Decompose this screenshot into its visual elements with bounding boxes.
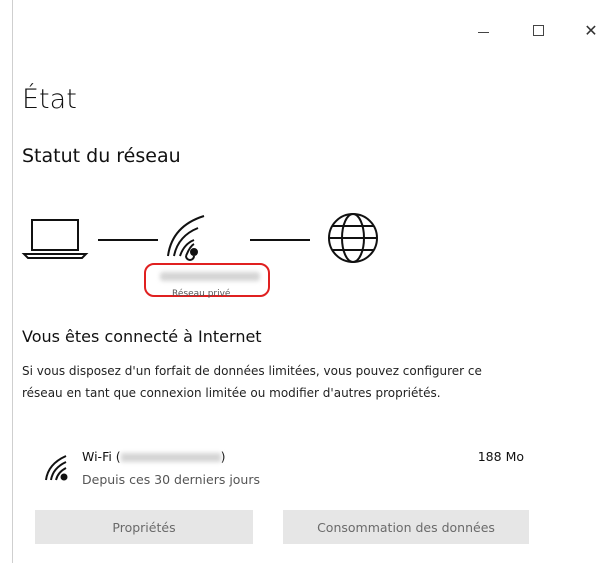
adapter-label-prefix: Wi-Fi (: [82, 449, 121, 464]
close-icon: ✕: [584, 20, 598, 40]
network-type-label: Réseau privé: [172, 289, 231, 299]
maximize-button[interactable]: [518, 18, 558, 42]
adapter-name-redacted: [120, 453, 221, 462]
section-title: Statut du réseau: [22, 145, 181, 167]
minimize-icon: [477, 31, 489, 33]
adapter-label: Wi-Fi (): [82, 449, 226, 464]
globe-icon: [328, 213, 378, 263]
title-bar: ✕: [13, 0, 610, 56]
properties-button[interactable]: Propriétés: [35, 510, 253, 544]
wifi-icon: [167, 215, 205, 261]
adapter-label-suffix: ): [220, 449, 226, 464]
minimize-button[interactable]: [463, 18, 503, 42]
maximize-icon: [532, 24, 544, 36]
window-edge: [12, 545, 13, 563]
usage-period: Depuis ces 30 derniers jours: [82, 472, 261, 487]
usage-amount: 188 Mo: [477, 449, 524, 464]
wifi-icon: [45, 455, 68, 481]
connection-description: Si vous disposez d'un forfait de données…: [22, 364, 482, 400]
laptop-icon: [21, 219, 89, 259]
connection-status: Vous êtes connecté à Internet: [22, 327, 262, 346]
data-usage-button[interactable]: Consommation des données: [283, 510, 529, 544]
page-title: État: [22, 84, 77, 115]
network-name-redacted: [160, 272, 260, 281]
adapter-usage-item[interactable]: Wi-Fi () Depuis ces 30 derniers jours 18…: [22, 446, 542, 496]
close-button[interactable]: ✕: [571, 18, 610, 42]
